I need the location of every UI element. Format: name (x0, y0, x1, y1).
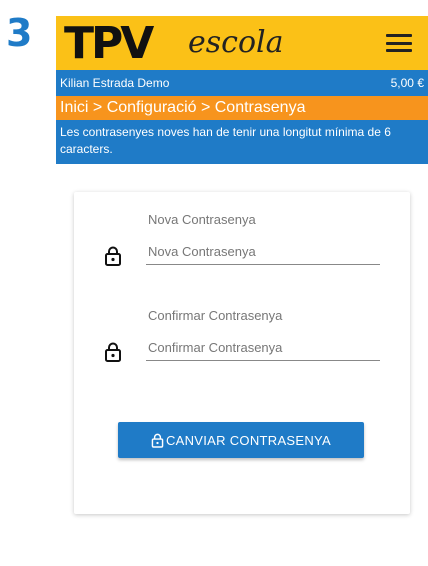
user-balance: 5,00 € (390, 76, 424, 90)
lock-icon (105, 342, 121, 362)
logo-tpv: TPV (64, 18, 154, 69)
logo-escola: escola (188, 25, 284, 60)
confirm-password-input[interactable] (146, 334, 380, 361)
new-password-label: Nova Contrasenya (148, 212, 256, 227)
user-name: Kilian Estrada Demo (60, 76, 170, 90)
breadcrumb: Inici > Configuració > Contrasenya (56, 96, 428, 120)
password-form-card: Nova Contrasenya Confirmar Contrasenya C… (74, 192, 410, 514)
app-header: TPV escola (56, 16, 428, 70)
new-password-input[interactable] (146, 238, 380, 265)
confirm-password-label: Confirmar Contrasenya (148, 308, 283, 323)
confirm-password-field: Confirmar Contrasenya (74, 308, 410, 388)
lock-icon (151, 433, 164, 448)
new-password-field: Nova Contrasenya (74, 212, 410, 292)
change-password-label: CANVIAR CONTRASENYA (165, 432, 332, 448)
change-password-button[interactable]: CANVIAR CONTRASENYA (118, 422, 364, 458)
password-info-message: Les contrasenyes noves han de tenir una … (56, 120, 428, 164)
user-bar: Kilian Estrada Demo 5,00 € (56, 70, 428, 96)
hamburger-menu-icon[interactable] (386, 34, 412, 52)
step-number: 3 (6, 11, 33, 55)
lock-icon (105, 246, 121, 266)
